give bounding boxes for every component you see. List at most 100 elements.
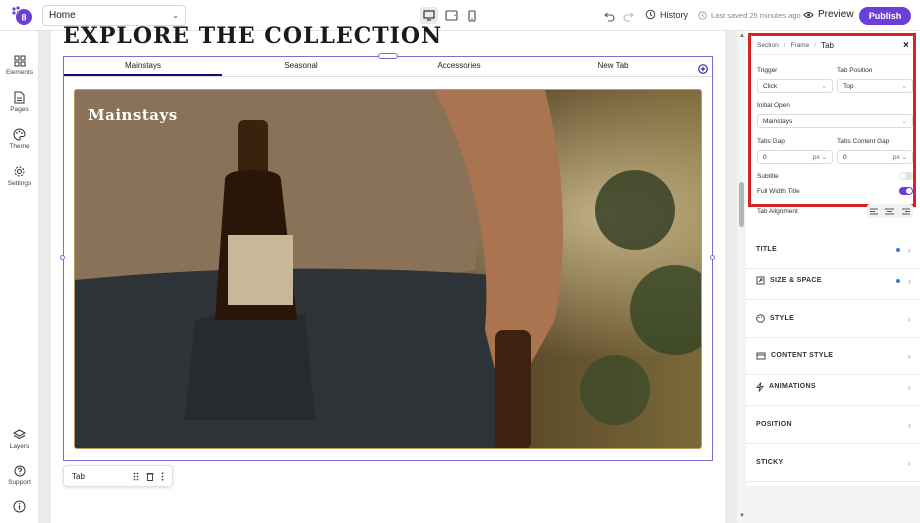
tab-content-image[interactable] [74,89,702,449]
tabs-content-gap-input[interactable]: 0 px ⌄ [837,150,913,164]
mobile-view-button[interactable] [463,7,481,24]
chevron-right-icon: › [907,313,911,324]
palette-icon [756,314,765,323]
tablet-view-button[interactable] [442,7,460,24]
section-size-space[interactable]: SIZE & SPACE › [746,262,920,300]
trigger-label: Trigger [757,67,778,74]
preview-button[interactable]: Preview [803,9,854,20]
scroll-down-icon[interactable]: ▼ [739,513,745,519]
tabs-gap-input[interactable]: 0 px ⌄ [757,150,833,164]
tabs-content-gap-unit[interactable]: px [893,154,900,161]
chevron-right-icon: › [907,275,911,286]
tabs-content-gap-label: Tabs Content Gap [837,138,890,145]
tablet-icon [444,10,458,21]
history-button[interactable]: History [645,9,688,20]
redo-button[interactable] [623,9,635,27]
subtitle-toggle[interactable] [899,172,913,180]
tab-seasonal[interactable]: Seasonal [222,61,380,70]
tab-accessories[interactable]: Accessories [380,61,538,70]
sidebar-item-label: Elements [5,69,34,76]
add-tab-button[interactable] [698,61,708,74]
tabs-gap-unit[interactable]: px [813,154,820,161]
svg-text:8: 8 [21,13,26,23]
undo-button[interactable] [603,9,615,27]
full-width-title-label: Full Width Title [757,188,800,195]
sidebar-item-settings[interactable]: Settings [0,165,39,187]
help-icon [14,465,25,477]
align-center-icon[interactable] [885,208,895,215]
sidebar-item-pages[interactable]: Pages [0,91,39,113]
sidebar-item-label: Settings [7,180,32,187]
section-content-style-label: CONTENT STYLE [771,352,834,359]
resize-handle-right[interactable] [710,255,715,260]
last-saved-status: Last saved 25 minutes ago [698,11,801,20]
left-sidebar: Elements Pages Theme Settings Layers Sup… [0,31,39,523]
section-sticky[interactable]: STICKY › [746,444,920,482]
trash-icon[interactable] [146,472,154,481]
initial-open-select[interactable]: Mainstays ⌄ [757,114,913,128]
chevron-right-icon: › [907,350,911,361]
breadcrumb-section[interactable]: Section [757,42,779,49]
gear-icon [14,166,25,177]
section-sticky-label: STICKY [756,459,784,466]
section-style[interactable]: STYLE › [746,300,920,338]
section-size-space-label: SIZE & SPACE [770,277,822,284]
publish-button[interactable]: Publish [859,7,911,25]
tab-position-label: Tab Position [837,67,873,74]
history-icon [645,9,656,20]
info-button[interactable] [13,500,26,518]
element-toolbar-label: Tab [72,471,85,481]
tabs-gap-value: 0 [763,153,767,161]
desktop-icon [423,10,435,21]
close-icon[interactable]: × [903,40,909,51]
section-position-label: POSITION [756,421,792,428]
tab-mainstays[interactable]: Mainstays [64,61,222,70]
canvas-scrollbar-thumb[interactable] [739,182,744,227]
sidebar-item-elements[interactable]: Elements [0,55,39,76]
scroll-up-icon[interactable]: ▲ [739,33,745,39]
breadcrumb: Section / Frame / Tab [757,41,834,50]
sidebar-item-support[interactable]: Support [0,465,39,486]
tab-settings-group: Section / Frame / Tab × Trigger Click ⌄ T… [748,33,916,218]
redo-icon [623,12,634,22]
initial-open-value: Mainstays [763,117,793,125]
undo-icon [604,12,615,22]
section-animations[interactable]: ANIMATIONS › [746,368,920,406]
section-animations-label: ANIMATIONS [769,383,816,390]
align-left-icon[interactable] [870,208,879,215]
modified-indicator [896,247,900,252]
window-icon [756,352,766,359]
grid-icon [14,55,25,67]
history-label: History [660,9,689,20]
active-tab-indicator [64,74,222,76]
palette-icon [13,128,26,141]
canvas-scrollbar[interactable] [737,31,746,523]
initial-open-label: Initial Open [757,102,790,109]
section-position[interactable]: POSITION › [746,406,920,444]
chevron-down-icon: ⌄ [172,11,179,20]
tab-content-title[interactable]: Mainstays [88,106,178,124]
tab-new-tab[interactable]: New Tab [534,61,692,70]
trigger-select[interactable]: Click ⌄ [757,79,833,93]
resize-handle-top[interactable] [378,53,398,59]
more-vertical-icon[interactable] [161,471,164,481]
align-right-icon[interactable] [901,208,910,215]
resize-handle-left[interactable] [60,255,65,260]
breadcrumb-frame[interactable]: Frame [791,42,810,49]
collection-heading[interactable]: EXPLORE THE COLLECTION [63,23,442,49]
app-logo[interactable]: 8 [11,6,33,26]
section-title-label: TITLE [756,246,777,253]
panel-divider [751,54,913,55]
tab-position-select[interactable]: Top ⌄ [837,79,913,93]
panel-footer-space [746,486,920,523]
subtitle-label: Subtitle [757,173,779,180]
modified-indicator [896,278,900,283]
chevron-down-icon: ⌄ [901,118,907,125]
drag-handle-icon[interactable] [133,472,139,481]
full-width-title-toggle[interactable] [899,187,913,195]
desktop-view-button[interactable] [420,7,438,24]
chevron-down-icon: ⌄ [901,83,907,90]
sidebar-item-layers[interactable]: Layers [0,429,39,450]
breadcrumb-tab: Tab [821,41,834,50]
sidebar-item-theme[interactable]: Theme [0,128,39,150]
